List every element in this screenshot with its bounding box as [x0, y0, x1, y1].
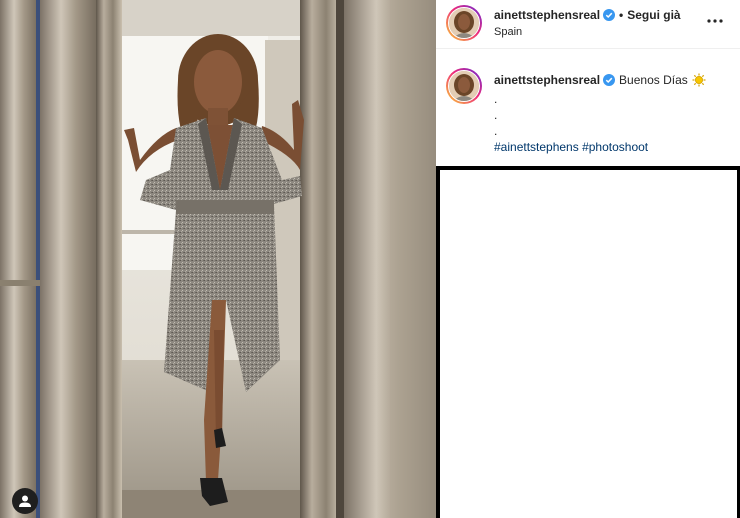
hashtag-link[interactable]: #photoshoot	[582, 140, 648, 154]
elevator-photo-image	[0, 0, 436, 518]
more-horizontal-icon	[707, 19, 723, 23]
caption-avatar[interactable]	[446, 68, 482, 104]
hashtag-link[interactable]: #ainettstephens	[494, 140, 579, 154]
user-tags-button[interactable]	[12, 488, 38, 514]
caption-first-line: ainettstephensreal Buenos Días	[494, 72, 734, 91]
header-username-link[interactable]: ainettstephensreal	[494, 8, 600, 22]
avatar-image	[448, 70, 480, 102]
empty-comments-area	[436, 166, 740, 518]
location-link[interactable]: Spain	[494, 26, 522, 38]
follow-status-button[interactable]: Segui già	[627, 8, 680, 22]
post-caption: ainettstephensreal Buenos Días . . . #ain…	[494, 72, 734, 155]
more-options-button[interactable]	[704, 13, 726, 29]
sun-emoji-icon	[692, 73, 706, 91]
post-photo[interactable]	[0, 0, 436, 518]
user-icon	[19, 495, 31, 507]
post-side-panel: ainettstephensreal • Segui già Spain ain…	[436, 0, 740, 168]
caption-username-link[interactable]: ainettstephensreal	[494, 73, 600, 87]
avatar-image	[448, 7, 480, 39]
verified-badge-icon	[603, 9, 616, 24]
header-title-line: ainettstephensreal • Segui già	[494, 8, 681, 24]
caption-dot-line: .	[494, 92, 498, 106]
instagram-post: ainettstephensreal • Segui già Spain ain…	[0, 0, 740, 518]
caption-dot-line: .	[494, 124, 498, 138]
caption-dot-line: .	[494, 108, 498, 122]
verified-badge-icon	[603, 74, 616, 90]
post-header: ainettstephensreal • Segui già Spain	[436, 0, 740, 49]
header-separator: •	[619, 8, 624, 22]
caption-hashtags: #ainettstephens #photoshoot	[494, 139, 734, 155]
header-avatar[interactable]	[446, 5, 482, 41]
caption-text: Buenos Días	[619, 73, 688, 87]
